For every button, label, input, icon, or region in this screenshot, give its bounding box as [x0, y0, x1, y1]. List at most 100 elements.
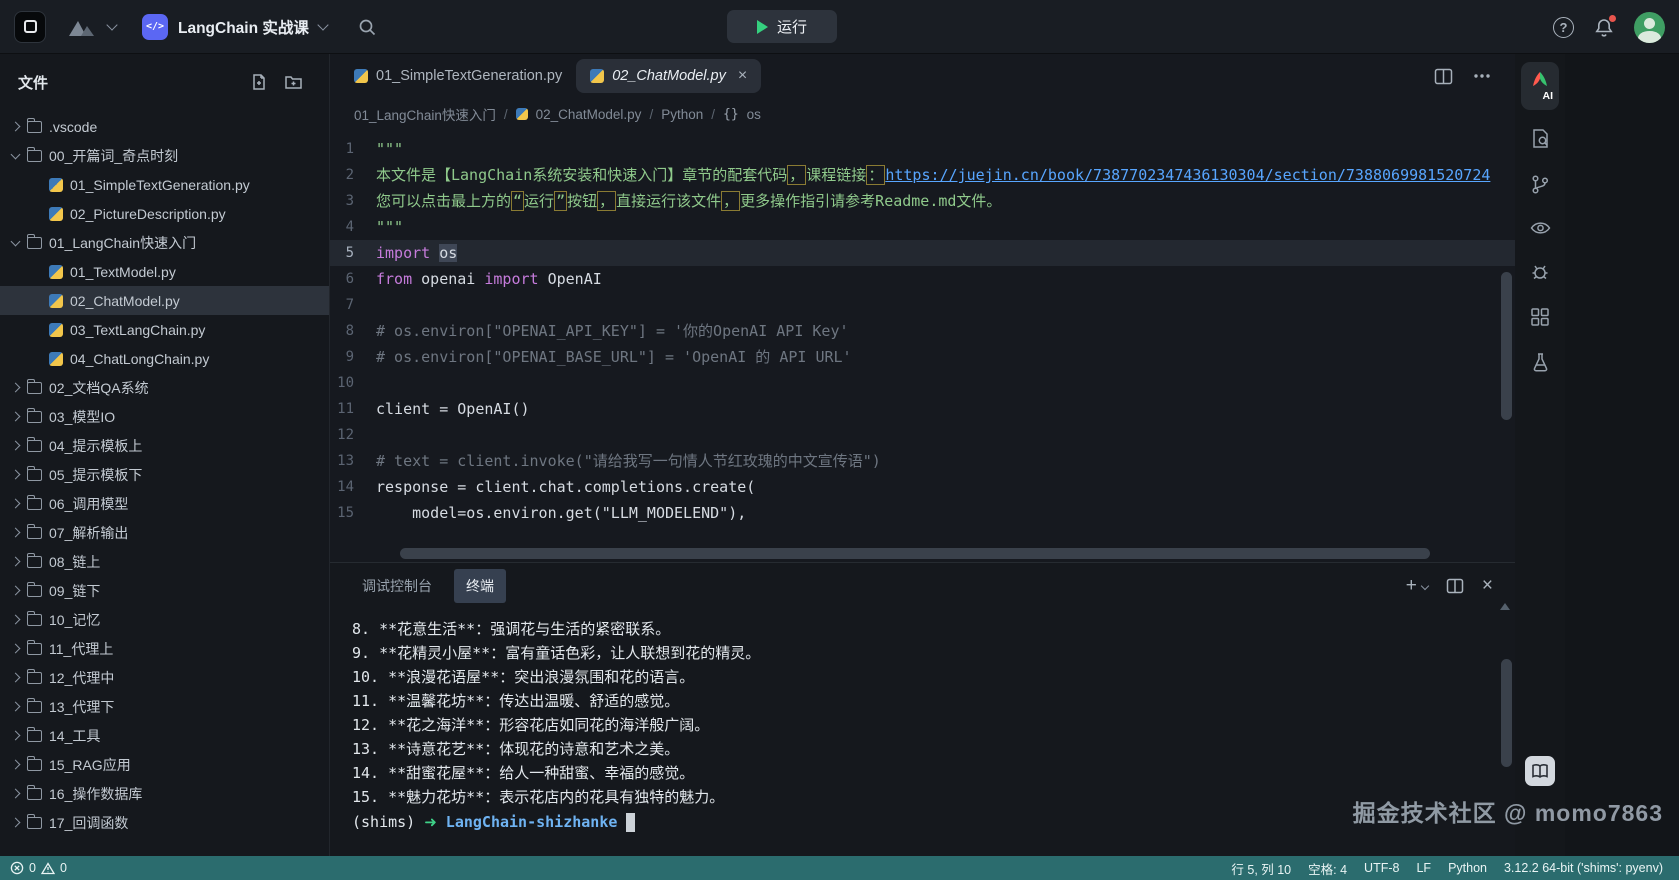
tree-item-folder[interactable]: 02_文档QA系统	[0, 373, 329, 402]
source-control-button[interactable]	[1530, 174, 1550, 195]
line-number: 2	[330, 162, 376, 188]
tree-item-folder[interactable]: 11_代理上	[0, 634, 329, 663]
topbar: </> LangChain 实战课 运行 ?	[0, 0, 1679, 54]
terminal-scrollbar[interactable]	[1501, 659, 1512, 767]
tab-debug-console[interactable]: 调试控制台	[350, 569, 444, 603]
code-line[interactable]: 11client = OpenAI()	[330, 396, 1515, 422]
code-line[interactable]: 7	[330, 292, 1515, 318]
tree-item-folder[interactable]: 15_RAG应用	[0, 750, 329, 779]
tree-item-folder[interactable]: 01_LangChain快速入门	[0, 228, 329, 257]
terminal-prompt[interactable]: (shims)➜LangChain-shizhanke	[352, 809, 1515, 835]
run-button[interactable]: 运行	[727, 10, 837, 43]
tree-item-folder[interactable]: 07_解析输出	[0, 518, 329, 547]
new-file-icon[interactable]	[250, 73, 268, 91]
tree-item-folder[interactable]: 06_调用模型	[0, 489, 329, 518]
new-folder-icon[interactable]	[284, 73, 303, 91]
breadcrumb-language[interactable]: Python	[661, 107, 703, 122]
tab-01-simpletextgeneration[interactable]: 01_SimpleTextGeneration.py	[340, 59, 576, 93]
chevron-icon	[11, 818, 21, 828]
notifications-button[interactable]	[1594, 17, 1614, 38]
code-token: import	[484, 270, 538, 288]
statusbar-item[interactable]: 行 5, 列 10	[1231, 859, 1291, 878]
extensions-button[interactable]	[1530, 307, 1550, 327]
test-button[interactable]	[1531, 352, 1550, 373]
breadcrumb-symbol[interactable]: os	[747, 107, 761, 122]
tree-item-file[interactable]: 01_SimpleTextGeneration.py	[0, 170, 329, 199]
tree-item-folder[interactable]: 10_记忆	[0, 605, 329, 634]
statusbar-item[interactable]: LF	[1416, 861, 1431, 875]
course-reader-button[interactable]	[1525, 756, 1555, 786]
code-line[interactable]: 14response = client.chat.completions.cre…	[330, 474, 1515, 500]
tree-item-folder[interactable]: 03_模型IO	[0, 402, 329, 431]
help-button[interactable]: ?	[1553, 17, 1574, 38]
debug-button[interactable]	[1530, 261, 1550, 282]
ai-assistant-button[interactable]: AI	[1521, 62, 1559, 110]
tree-item-file[interactable]: 03_TextLangChain.py	[0, 315, 329, 344]
app-logo-button[interactable]	[14, 11, 46, 43]
tab-terminal[interactable]: 终端	[454, 569, 506, 603]
tree-item-folder[interactable]: 00_开篇词_奇点时刻	[0, 141, 329, 170]
split-editor-icon[interactable]	[1434, 68, 1453, 85]
close-panel-icon[interactable]: ×	[1482, 575, 1493, 597]
scroll-up-icon[interactable]	[1500, 603, 1510, 610]
tree-item-folder[interactable]: 16_操作数据库	[0, 779, 329, 808]
tree-item-file[interactable]: 04_ChatLongChain.py	[0, 344, 329, 373]
terminal-output[interactable]: 8. **花意生活**：强调花与生活的紧密联系。9. **花精灵小屋**：富有童…	[330, 609, 1515, 835]
prompt-arrow-icon: ➜	[424, 813, 437, 831]
code-line[interactable]: 4"""	[330, 214, 1515, 240]
tree-item-folder[interactable]: 05_提示模板下	[0, 460, 329, 489]
eye-icon	[1530, 220, 1551, 236]
statusbar-item[interactable]: 空格: 4	[1308, 859, 1347, 878]
line-number: 3	[330, 188, 376, 214]
tree-item-file[interactable]: 01_TextModel.py	[0, 257, 329, 286]
statusbar-item[interactable]: Python	[1448, 861, 1487, 875]
workspace-name[interactable]: LangChain 实战课	[178, 16, 309, 38]
code-line[interactable]: 15 model=os.environ.get("LLM_MODELEND"),	[330, 500, 1515, 526]
tree-item-file[interactable]: 02_ChatModel.py	[0, 286, 329, 315]
code-line[interactable]: 10	[330, 370, 1515, 396]
breadcrumb-file[interactable]: 02_ChatModel.py	[536, 107, 642, 122]
file-search-button[interactable]	[1530, 128, 1551, 149]
code-line[interactable]: 12	[330, 422, 1515, 448]
code-line[interactable]: 5import os	[330, 240, 1515, 266]
editor-scrollbar[interactable]	[1501, 272, 1512, 420]
more-actions-icon[interactable]	[1473, 73, 1491, 79]
avatar[interactable]	[1634, 12, 1665, 43]
statusbar-item[interactable]: 3.12.2 64-bit ('shims': pyenv)	[1504, 861, 1663, 875]
tree-item-folder[interactable]: 13_代理下	[0, 692, 329, 721]
preview-button[interactable]	[1530, 220, 1551, 236]
code-line[interactable]: 1"""	[330, 136, 1515, 162]
tree-item-folder[interactable]: 14_工具	[0, 721, 329, 750]
code-line[interactable]: 2本文件是【LangChain系统安装和快速入门】章节的配套代码，课程链接：ht…	[330, 162, 1515, 188]
tree-item-folder[interactable]: 08_链上	[0, 547, 329, 576]
tree-item-folder[interactable]: .vscode	[0, 112, 329, 141]
code-line[interactable]: 6from openai import OpenAI	[330, 266, 1515, 292]
chevron-down-icon[interactable]	[317, 19, 328, 30]
tree-item-folder[interactable]: 04_提示模板上	[0, 431, 329, 460]
terminal-cursor	[626, 813, 635, 832]
code-line[interactable]: 9# os.environ["OPENAI_BASE_URL"] = 'Open…	[330, 344, 1515, 370]
code-token: 运行	[524, 192, 554, 210]
horizontal-scrollbar[interactable]	[400, 548, 1430, 559]
warning-count: 0	[60, 861, 67, 875]
problems-indicator[interactable]: 0 0	[0, 861, 67, 875]
tab-02-chatmodel[interactable]: 02_ChatModel.py ×	[576, 59, 761, 93]
code-token: client = OpenAI()	[376, 400, 530, 418]
tree-item-folder[interactable]: 17_回调函数	[0, 808, 329, 837]
symbol-icon: {}	[723, 107, 739, 122]
search-button[interactable]	[357, 17, 377, 37]
tree-item-file[interactable]: 02_PictureDescription.py	[0, 199, 329, 228]
code-line[interactable]: 13# text = client.invoke("请给我写一句情人节红玫瑰的中…	[330, 448, 1515, 474]
code-line[interactable]: 8# os.environ["OPENAI_API_KEY"] = '你的Ope…	[330, 318, 1515, 344]
breadcrumb-folder[interactable]: 01_LangChain快速入门	[354, 104, 496, 124]
code-area[interactable]: 1"""2本文件是【LangChain系统安装和快速入门】章节的配套代码，课程链…	[330, 130, 1515, 562]
code-line[interactable]: 3您可以点击最上方的“运行”按钮，直接运行该文件，更多操作指引请参考Readme…	[330, 188, 1515, 214]
org-logo[interactable]	[64, 16, 116, 38]
tree-item-folder[interactable]: 12_代理中	[0, 663, 329, 692]
new-terminal-button[interactable]: +	[1406, 575, 1428, 597]
close-tab-icon[interactable]: ×	[738, 67, 747, 85]
tree-item-folder[interactable]: 09_链下	[0, 576, 329, 605]
statusbar-item[interactable]: UTF-8	[1364, 861, 1399, 875]
chevron-icon	[33, 180, 43, 190]
split-terminal-icon[interactable]	[1446, 578, 1464, 594]
